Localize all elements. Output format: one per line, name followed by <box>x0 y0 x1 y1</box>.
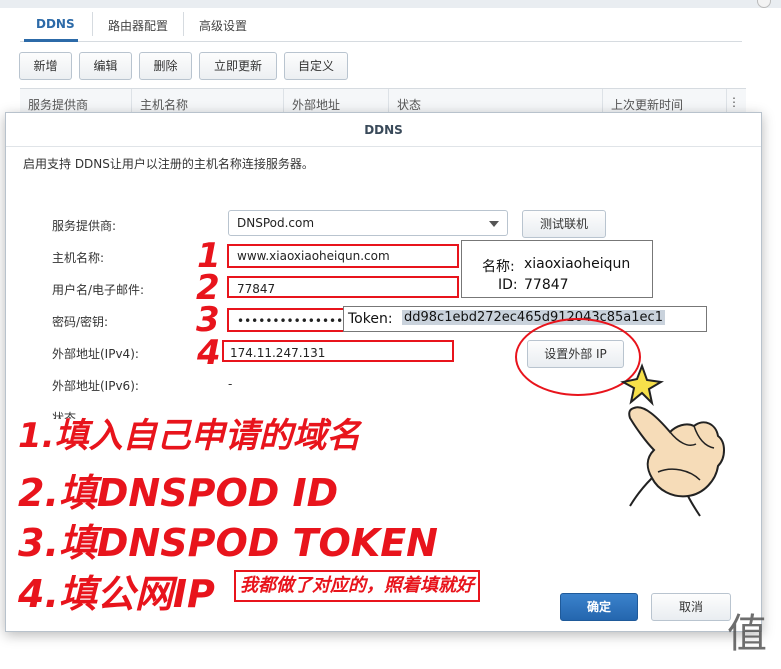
ipv6-value: - <box>228 377 233 391</box>
password-highlight <box>227 308 349 332</box>
dialog-description: 启用支持 DDNS让用户以注册的主机名称连接服务器。 <box>23 157 314 171</box>
add-button[interactable]: 新增 <box>19 52 72 80</box>
callout-name-value: xiaoxiaoheiqun <box>524 256 631 272</box>
instruction-note: 我都做了对应的，照着填就好 <box>234 570 480 602</box>
hostname-label: 主机名称: <box>52 251 105 265</box>
delete-button[interactable]: 删除 <box>139 52 192 80</box>
column-menu-icon[interactable]: ⋮ <box>728 95 740 109</box>
tab-bar: DDNS 路由器配置 高级设置 <box>20 8 742 42</box>
pointing-hand-icon <box>620 363 725 517</box>
tab-advanced[interactable]: 高级设置 <box>199 17 247 34</box>
provider-label: 服务提供商: <box>52 219 117 233</box>
window-title-strip <box>0 0 781 8</box>
callout-name-label: 名称: <box>482 259 515 275</box>
dnspod-token-callout: Token: dd98c1ebd272ec465d912043c85a1ec1 <box>343 306 707 332</box>
cancel-button[interactable]: 取消 <box>651 593 731 621</box>
watermark-logo: 值 <box>727 611 767 657</box>
callout-id-value: 77847 <box>524 277 569 293</box>
token-label: Token: <box>348 311 393 327</box>
instruction-step-3: 3.填DNSPOD TOKEN <box>18 521 438 565</box>
password-label: 密码/密钥: <box>52 315 109 329</box>
username-highlight <box>227 276 459 298</box>
tab-ddns[interactable]: DDNS <box>36 17 75 31</box>
custom-button[interactable]: 自定义 <box>284 52 348 80</box>
provider-select[interactable]: DNSPod.com <box>228 210 508 236</box>
column-provider[interactable]: 服务提供商 <box>28 96 88 113</box>
edit-button[interactable]: 编辑 <box>79 52 132 80</box>
dnspod-id-callout: 名称: xiaoxiaoheiqun ID: 77847 <box>461 240 653 298</box>
ok-button[interactable]: 确定 <box>560 593 638 621</box>
token-value: dd98c1ebd272ec465d912043c85a1ec1 <box>402 310 665 325</box>
provider-value: DNSPod.com <box>237 216 315 230</box>
instruction-step-2: 2.填DNSPOD ID <box>18 471 339 515</box>
step-number-4: 4 <box>197 333 221 373</box>
test-connection-button[interactable]: 测试联机 <box>522 210 606 238</box>
hostname-highlight <box>227 244 459 268</box>
ipv4-label: 外部地址(IPv4): <box>52 347 139 361</box>
ipv6-label: 外部地址(IPv6): <box>52 379 139 393</box>
active-tab-indicator <box>24 39 78 42</box>
update-now-button[interactable]: 立即更新 <box>199 52 277 80</box>
column-hostname[interactable]: 主机名称 <box>140 96 188 113</box>
username-label: 用户名/电子邮件: <box>52 283 145 297</box>
column-status[interactable]: 状态 <box>397 96 421 113</box>
instruction-step-1: 1.填入自己申请的域名 <box>18 416 361 456</box>
ipv4-highlight <box>222 340 454 362</box>
callout-id-label: ID: <box>498 277 518 293</box>
dialog-title: DDNS <box>6 113 761 147</box>
tab-divider <box>92 12 93 36</box>
chevron-down-icon <box>489 221 499 227</box>
column-external-address[interactable]: 外部地址 <box>292 96 340 113</box>
window-close-icon[interactable] <box>757 0 771 8</box>
tab-router-config[interactable]: 路由器配置 <box>108 17 168 34</box>
instruction-step-4: 4.填公网IP <box>18 572 215 616</box>
tab-divider <box>183 12 184 36</box>
column-last-update[interactable]: 上次更新时间 <box>611 96 683 113</box>
